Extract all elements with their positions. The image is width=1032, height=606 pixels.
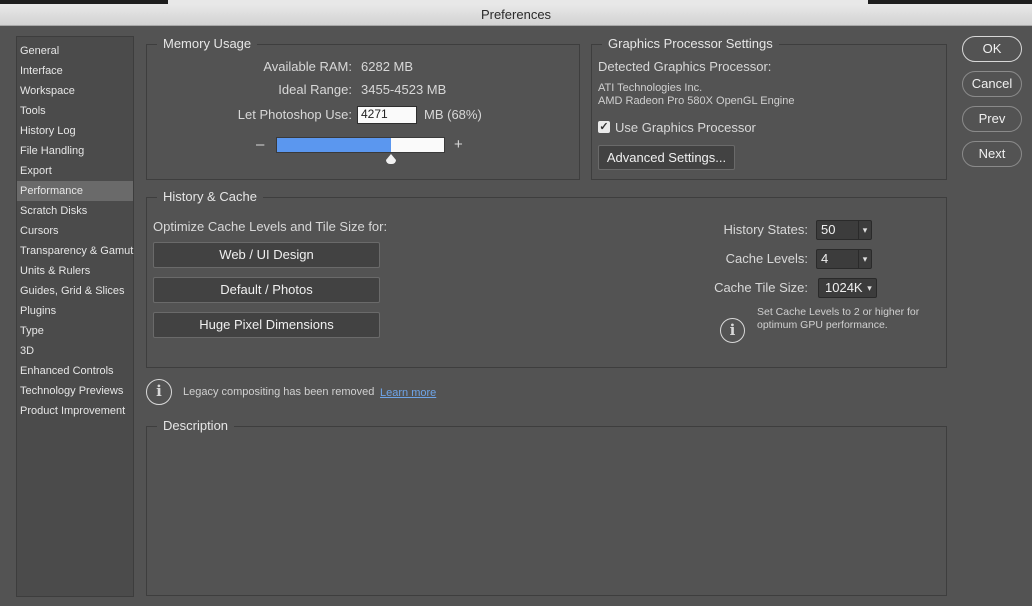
sidebar-item-workspace[interactable]: Workspace [17, 81, 133, 101]
history-states-value: 50 [821, 222, 836, 237]
ideal-range-value: 3455-4523 MB [361, 82, 447, 97]
sidebar-item-plugins[interactable]: Plugins [17, 301, 133, 321]
next-button[interactable]: Next [962, 141, 1022, 167]
learn-more-link[interactable]: Learn more [380, 387, 436, 399]
legacy-compositing-text: Legacy compositing has been removed [183, 386, 375, 398]
detected-gpu-label: Detected Graphics Processor: [598, 59, 772, 74]
sidebar-item-cursors[interactable]: Cursors [17, 221, 133, 241]
advanced-settings-button[interactable]: Advanced Settings... [598, 145, 735, 170]
preferences-sidebar: General Interface Workspace Tools Histor… [16, 36, 134, 597]
cache-tile-size-label: Cache Tile Size: [714, 280, 808, 295]
memory-use-suffix: MB (68%) [424, 107, 482, 122]
sidebar-item-general[interactable]: General [17, 41, 133, 61]
sidebar-item-enhanced-controls[interactable]: Enhanced Controls [17, 361, 133, 381]
available-ram-value: 6282 MB [361, 59, 414, 74]
default-photos-button[interactable]: Default / Photos [153, 277, 380, 303]
sidebar-item-export[interactable]: Export [17, 161, 133, 181]
cache-hint-line1: Set Cache Levels to 2 or higher for [757, 306, 920, 318]
ok-button[interactable]: OK [962, 36, 1022, 62]
sidebar-item-product-improvement[interactable]: Product Improvement [17, 401, 133, 421]
sidebar-item-3d[interactable]: 3D [17, 341, 133, 361]
cache-tile-size-select[interactable]: 1024K ▾ [818, 278, 877, 298]
sidebar-item-units-rulers[interactable]: Units & Rulers [17, 261, 133, 281]
description-title: Description [157, 418, 235, 434]
sidebar-item-performance[interactable]: Performance [17, 181, 133, 201]
description-group [146, 426, 947, 596]
history-states-label: History States: [723, 222, 808, 237]
sidebar-item-interface[interactable]: Interface [17, 61, 133, 81]
chevron-down-icon: ▾ [858, 250, 871, 268]
history-cache-title: History & Cache [157, 189, 263, 205]
sidebar-item-technology-previews[interactable]: Technology Previews [17, 381, 133, 401]
memory-slider-thumb[interactable] [386, 154, 396, 165]
optimize-cache-label: Optimize Cache Levels and Tile Size for: [153, 219, 388, 234]
memory-slider-fill [277, 138, 391, 152]
huge-pixel-dimensions-button[interactable]: Huge Pixel Dimensions [153, 312, 380, 338]
let-photoshop-use-label: Let Photoshop Use: [237, 107, 352, 122]
sidebar-item-history-log[interactable]: History Log [17, 121, 133, 141]
legacy-info-icon: i [146, 379, 172, 405]
available-ram-label: Available RAM: [263, 59, 352, 74]
memory-decrease-button[interactable]: – [256, 136, 264, 153]
memory-use-input[interactable]: 4271 [357, 106, 417, 124]
cache-levels-select[interactable]: 4 ▾ [816, 249, 872, 269]
cache-levels-value: 4 [821, 251, 829, 266]
window-title-bar: Preferences [0, 4, 1032, 26]
sidebar-item-type[interactable]: Type [17, 321, 133, 341]
gpu-vendor: ATI Technologies Inc. [598, 82, 703, 94]
memory-increase-button[interactable]: + [454, 136, 463, 153]
ideal-range-label: Ideal Range: [278, 82, 352, 97]
memory-slider-track[interactable] [276, 137, 445, 153]
memory-usage-title: Memory Usage [157, 36, 258, 52]
chevron-down-icon: ▾ [867, 283, 872, 293]
gpu-model: AMD Radeon Pro 580X OpenGL Engine [598, 95, 795, 107]
sidebar-item-guides-grid-slices[interactable]: Guides, Grid & Slices [17, 281, 133, 301]
sidebar-item-transparency-gamut[interactable]: Transparency & Gamut [17, 241, 133, 261]
use-gpu-checkbox[interactable]: ✓ [598, 121, 610, 133]
cache-tile-size-value: 1024K [825, 280, 863, 295]
history-states-select[interactable]: 50 ▾ [816, 220, 872, 240]
sidebar-item-scratch-disks[interactable]: Scratch Disks [17, 201, 133, 221]
chevron-down-icon: ▾ [858, 221, 871, 239]
cancel-button[interactable]: Cancel [962, 71, 1022, 97]
use-gpu-label: Use Graphics Processor [615, 120, 756, 135]
gpu-settings-title: Graphics Processor Settings [602, 36, 779, 52]
memory-slider-remaining [391, 138, 444, 152]
prev-button[interactable]: Prev [962, 106, 1022, 132]
info-icon: i [720, 318, 745, 343]
cache-hint-line2: optimum GPU performance. [757, 319, 888, 331]
cache-levels-label: Cache Levels: [725, 251, 808, 266]
sidebar-item-file-handling[interactable]: File Handling [17, 141, 133, 161]
sidebar-item-tools[interactable]: Tools [17, 101, 133, 121]
window-title: Preferences [480, 7, 552, 22]
web-ui-design-button[interactable]: Web / UI Design [153, 242, 380, 268]
